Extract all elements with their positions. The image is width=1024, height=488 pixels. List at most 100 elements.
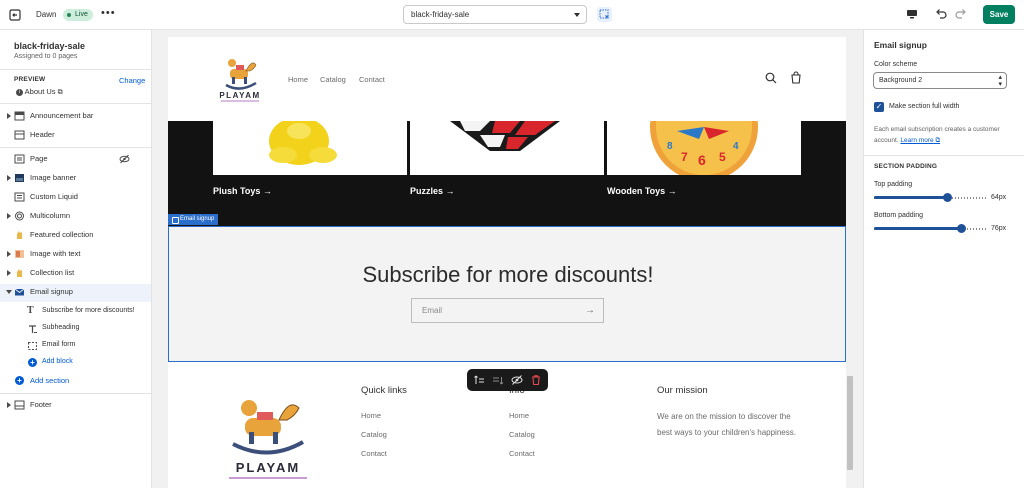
- footer-link-catalog[interactable]: Catalog: [361, 430, 387, 439]
- sidebar-item-announcement-bar[interactable]: Announcement bar: [0, 108, 151, 124]
- change-link[interactable]: Change: [119, 76, 145, 85]
- svg-text:7: 7: [681, 150, 688, 164]
- email-signup-section[interactable]: Subscribe for more discounts! Email →: [168, 226, 846, 362]
- playam-footer-logo[interactable]: PLAYAM: [223, 386, 313, 481]
- store-header[interactable]: PLAYAM Home Catalog Contact: [168, 37, 846, 121]
- sidebar-item-image-banner[interactable]: Image banner: [0, 170, 151, 186]
- footer-link-catalog[interactable]: Catalog: [509, 430, 535, 439]
- footer-link-contact[interactable]: Contact: [361, 449, 387, 458]
- sidebar-item-label: Announcement bar: [30, 111, 94, 120]
- sidebar-block-subheading[interactable]: Subheading: [0, 321, 151, 337]
- search-icon[interactable]: [765, 72, 777, 84]
- svg-text:5: 5: [719, 150, 726, 164]
- top-padding-label: Top padding: [874, 181, 913, 188]
- bottom-padding-slider[interactable]: [874, 224, 988, 234]
- sidebar-item-email-signup[interactable]: Email signup: [0, 284, 151, 302]
- sidebar-item-page[interactable]: Page: [0, 151, 151, 167]
- sidebar-item-featured-collection[interactable]: Featured collection: [0, 227, 151, 243]
- collection-list-section: 8 7 6 5 4 Plush Toys → Puzzles → Wooden …: [168, 121, 846, 226]
- sidebar-block-label: Subheading: [42, 324, 80, 331]
- collection-card-wooden-toys[interactable]: 8 7 6 5 4: [607, 121, 801, 175]
- slider-thumb[interactable]: [943, 193, 952, 202]
- undo-icon[interactable]: [934, 7, 948, 21]
- chevron-right-icon[interactable]: [7, 175, 11, 181]
- sidebar-item-label: Custom Liquid: [30, 192, 78, 201]
- learn-more-label: Learn more: [900, 137, 934, 144]
- footer-link-home[interactable]: Home: [509, 411, 529, 420]
- footer-link-home[interactable]: Home: [361, 411, 381, 420]
- footer-heading-mission: Our mission: [657, 385, 708, 396]
- chevron-right-icon[interactable]: [7, 213, 11, 219]
- nav-link-home[interactable]: Home: [288, 75, 308, 84]
- add-section-button[interactable]: + Add section: [0, 373, 151, 389]
- chevron-right-icon[interactable]: [7, 402, 11, 408]
- template-select[interactable]: black-friday-sale: [403, 5, 587, 24]
- add-block-button[interactable]: + Add block: [0, 355, 151, 371]
- plus-circle-icon: +: [15, 376, 24, 385]
- color-scheme-label: Color scheme: [874, 61, 918, 68]
- chevron-right-icon[interactable]: [7, 270, 11, 276]
- slider-thumb[interactable]: [957, 224, 966, 233]
- template-select-value: black-friday-sale: [411, 10, 470, 19]
- sidebar-item-image-with-text[interactable]: Image with text: [0, 246, 151, 262]
- collection-link-plush-toys[interactable]: Plush Toys →: [213, 186, 272, 196]
- sidebar-item-multicolumn[interactable]: Multicolumn: [0, 208, 151, 224]
- cart-icon[interactable]: [790, 71, 802, 84]
- sidebar-item-header[interactable]: Header: [0, 127, 151, 143]
- collection-link-wooden-toys[interactable]: Wooden Toys →: [607, 186, 677, 196]
- desktop-icon[interactable]: [906, 8, 918, 20]
- featured-collection-icon: [17, 231, 22, 239]
- email-field[interactable]: Email →: [411, 298, 604, 323]
- page-icon: [14, 154, 25, 164]
- inspect-button[interactable]: [597, 7, 612, 22]
- footer-brand-wordmark: PLAYAM: [236, 460, 301, 475]
- sections-sidebar: black-friday-sale Assigned to 0 pages PR…: [0, 30, 152, 488]
- collection-card-puzzles[interactable]: [410, 121, 604, 175]
- horizontal-dots-icon[interactable]: •••: [101, 7, 116, 19]
- move-down-icon[interactable]: [492, 374, 504, 386]
- playam-logo[interactable]: PLAYAM: [218, 51, 262, 103]
- mission-text: We are on the mission to discover the be…: [657, 412, 796, 437]
- redo-icon[interactable]: [954, 7, 968, 21]
- full-width-checkbox[interactable]: ✓: [874, 102, 884, 112]
- move-up-icon[interactable]: [473, 374, 485, 386]
- form-icon: [28, 342, 37, 350]
- save-button[interactable]: Save: [983, 5, 1015, 24]
- assigned-text: Assigned to 0 pages: [14, 53, 78, 60]
- chevron-right-icon[interactable]: [7, 251, 11, 257]
- plus-circle-icon: +: [28, 358, 37, 367]
- sidebar-block-heading[interactable]: T Subscribe for more discounts!: [0, 304, 151, 320]
- sidebar-block-email-form[interactable]: Email form: [0, 338, 151, 354]
- chevron-down-icon[interactable]: [6, 290, 12, 294]
- top-padding-slider[interactable]: [874, 193, 988, 203]
- nav-link-catalog[interactable]: Catalog: [320, 75, 346, 84]
- sidebar-item-collection-list[interactable]: Collection list: [0, 265, 151, 281]
- image-banner-icon: [15, 174, 24, 182]
- preview-value[interactable]: i About Us ⧉: [16, 87, 63, 97]
- preview-scrollbar-thumb[interactable]: [847, 376, 853, 470]
- collection-link-puzzles[interactable]: Puzzles →: [410, 186, 455, 196]
- subscribe-heading[interactable]: Subscribe for more discounts!: [169, 262, 846, 288]
- preview-page-name: About Us: [24, 87, 56, 96]
- text-icon: T: [27, 305, 34, 316]
- section-tag-email-signup[interactable]: Email signup: [168, 214, 219, 225]
- help-text: Each email subscription creates a custom…: [874, 124, 1004, 146]
- sidebar-item-footer[interactable]: Footer: [0, 397, 151, 413]
- sidebar-item-custom-liquid[interactable]: Custom Liquid: [0, 189, 151, 205]
- color-scheme-select[interactable]: Background 2 ▴ ▾: [873, 72, 1007, 89]
- learn-more-link[interactable]: Learn more ⧉: [900, 137, 940, 144]
- exit-icon[interactable]: [8, 8, 22, 22]
- eye-hidden-icon[interactable]: [119, 154, 130, 164]
- footer-heading-quick-links: Quick links: [361, 385, 407, 396]
- nav-link-contact[interactable]: Contact: [359, 75, 385, 84]
- external-link-icon: ⧉: [935, 137, 941, 144]
- collection-card-plush-toys[interactable]: [213, 121, 407, 175]
- footer-link-contact[interactable]: Contact: [509, 449, 535, 458]
- email-placeholder: Email: [422, 306, 443, 315]
- slider-fill: [874, 196, 947, 199]
- arrow-right-icon[interactable]: →: [585, 305, 595, 316]
- chevron-right-icon[interactable]: [7, 113, 11, 119]
- sidebar-item-label: Email signup: [30, 287, 73, 296]
- delete-icon[interactable]: [530, 374, 542, 386]
- eye-hidden-icon[interactable]: [511, 374, 523, 386]
